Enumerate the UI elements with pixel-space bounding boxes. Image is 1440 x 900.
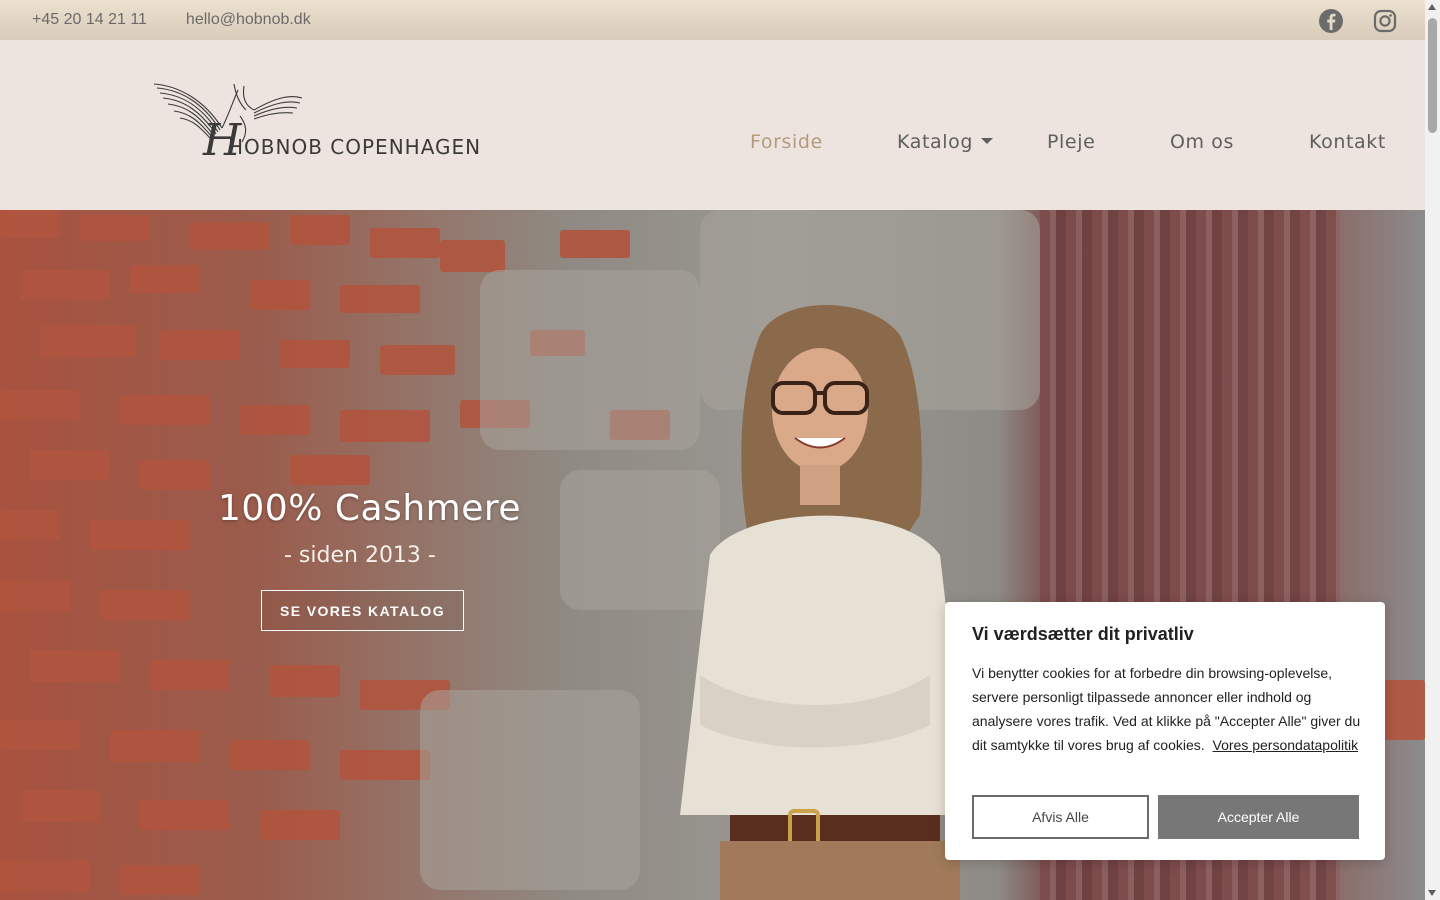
social-links — [1313, 7, 1403, 35]
nav-item-katalog[interactable]: Katalog — [897, 131, 994, 153]
scroll-up-icon[interactable] — [1428, 4, 1436, 10]
nav-item-om-os[interactable]: Om os — [1170, 131, 1234, 153]
reject-all-button[interactable]: Afvis Alle — [972, 795, 1149, 839]
hero-subtitle: - siden 2013 - — [284, 543, 436, 568]
accept-all-button[interactable]: Accepter Alle — [1158, 795, 1359, 839]
privacy-policy-link[interactable]: Vores persondatapolitik — [1213, 737, 1359, 753]
site-header: H HOBNOB COPENHAGEN Forside Katalog Plej… — [0, 40, 1425, 210]
cookie-title: Vi værdsætter dit privatliv — [972, 624, 1194, 644]
top-contact-bar: +45 20 14 21 11 hello@hobnob.dk — [0, 0, 1425, 40]
main-nav: Forside Katalog Pleje Om os Kontakt — [0, 131, 1425, 157]
nav-item-pleje[interactable]: Pleje — [1047, 131, 1095, 153]
caret-down-icon — [981, 137, 994, 144]
phone-number[interactable]: +45 20 14 21 11 — [32, 11, 147, 29]
cookie-consent-banner: Vi værdsætter dit privatliv Vi benytter … — [945, 602, 1385, 860]
hero-title: 100% Cashmere — [218, 488, 522, 529]
cookie-buttons: Afvis Alle Accepter Alle — [972, 795, 1359, 839]
cookie-text: Vi benytter cookies for at forbedre din … — [972, 661, 1362, 757]
scroll-down-icon[interactable] — [1428, 890, 1436, 896]
nav-item-forside[interactable]: Forside — [750, 131, 823, 153]
email-address[interactable]: hello@hobnob.dk — [186, 11, 311, 29]
see-catalog-button[interactable]: SE VORES KATALOG — [261, 590, 464, 631]
scroll-thumb[interactable] — [1428, 18, 1437, 133]
facebook-icon[interactable] — [1313, 7, 1349, 35]
nav-item-kontakt[interactable]: Kontakt — [1309, 131, 1386, 153]
woman-photo — [680, 305, 970, 900]
nav-item-katalog-label: Katalog — [897, 131, 974, 153]
instagram-icon[interactable] — [1367, 7, 1403, 35]
page-scrollbar[interactable] — [1425, 0, 1440, 900]
